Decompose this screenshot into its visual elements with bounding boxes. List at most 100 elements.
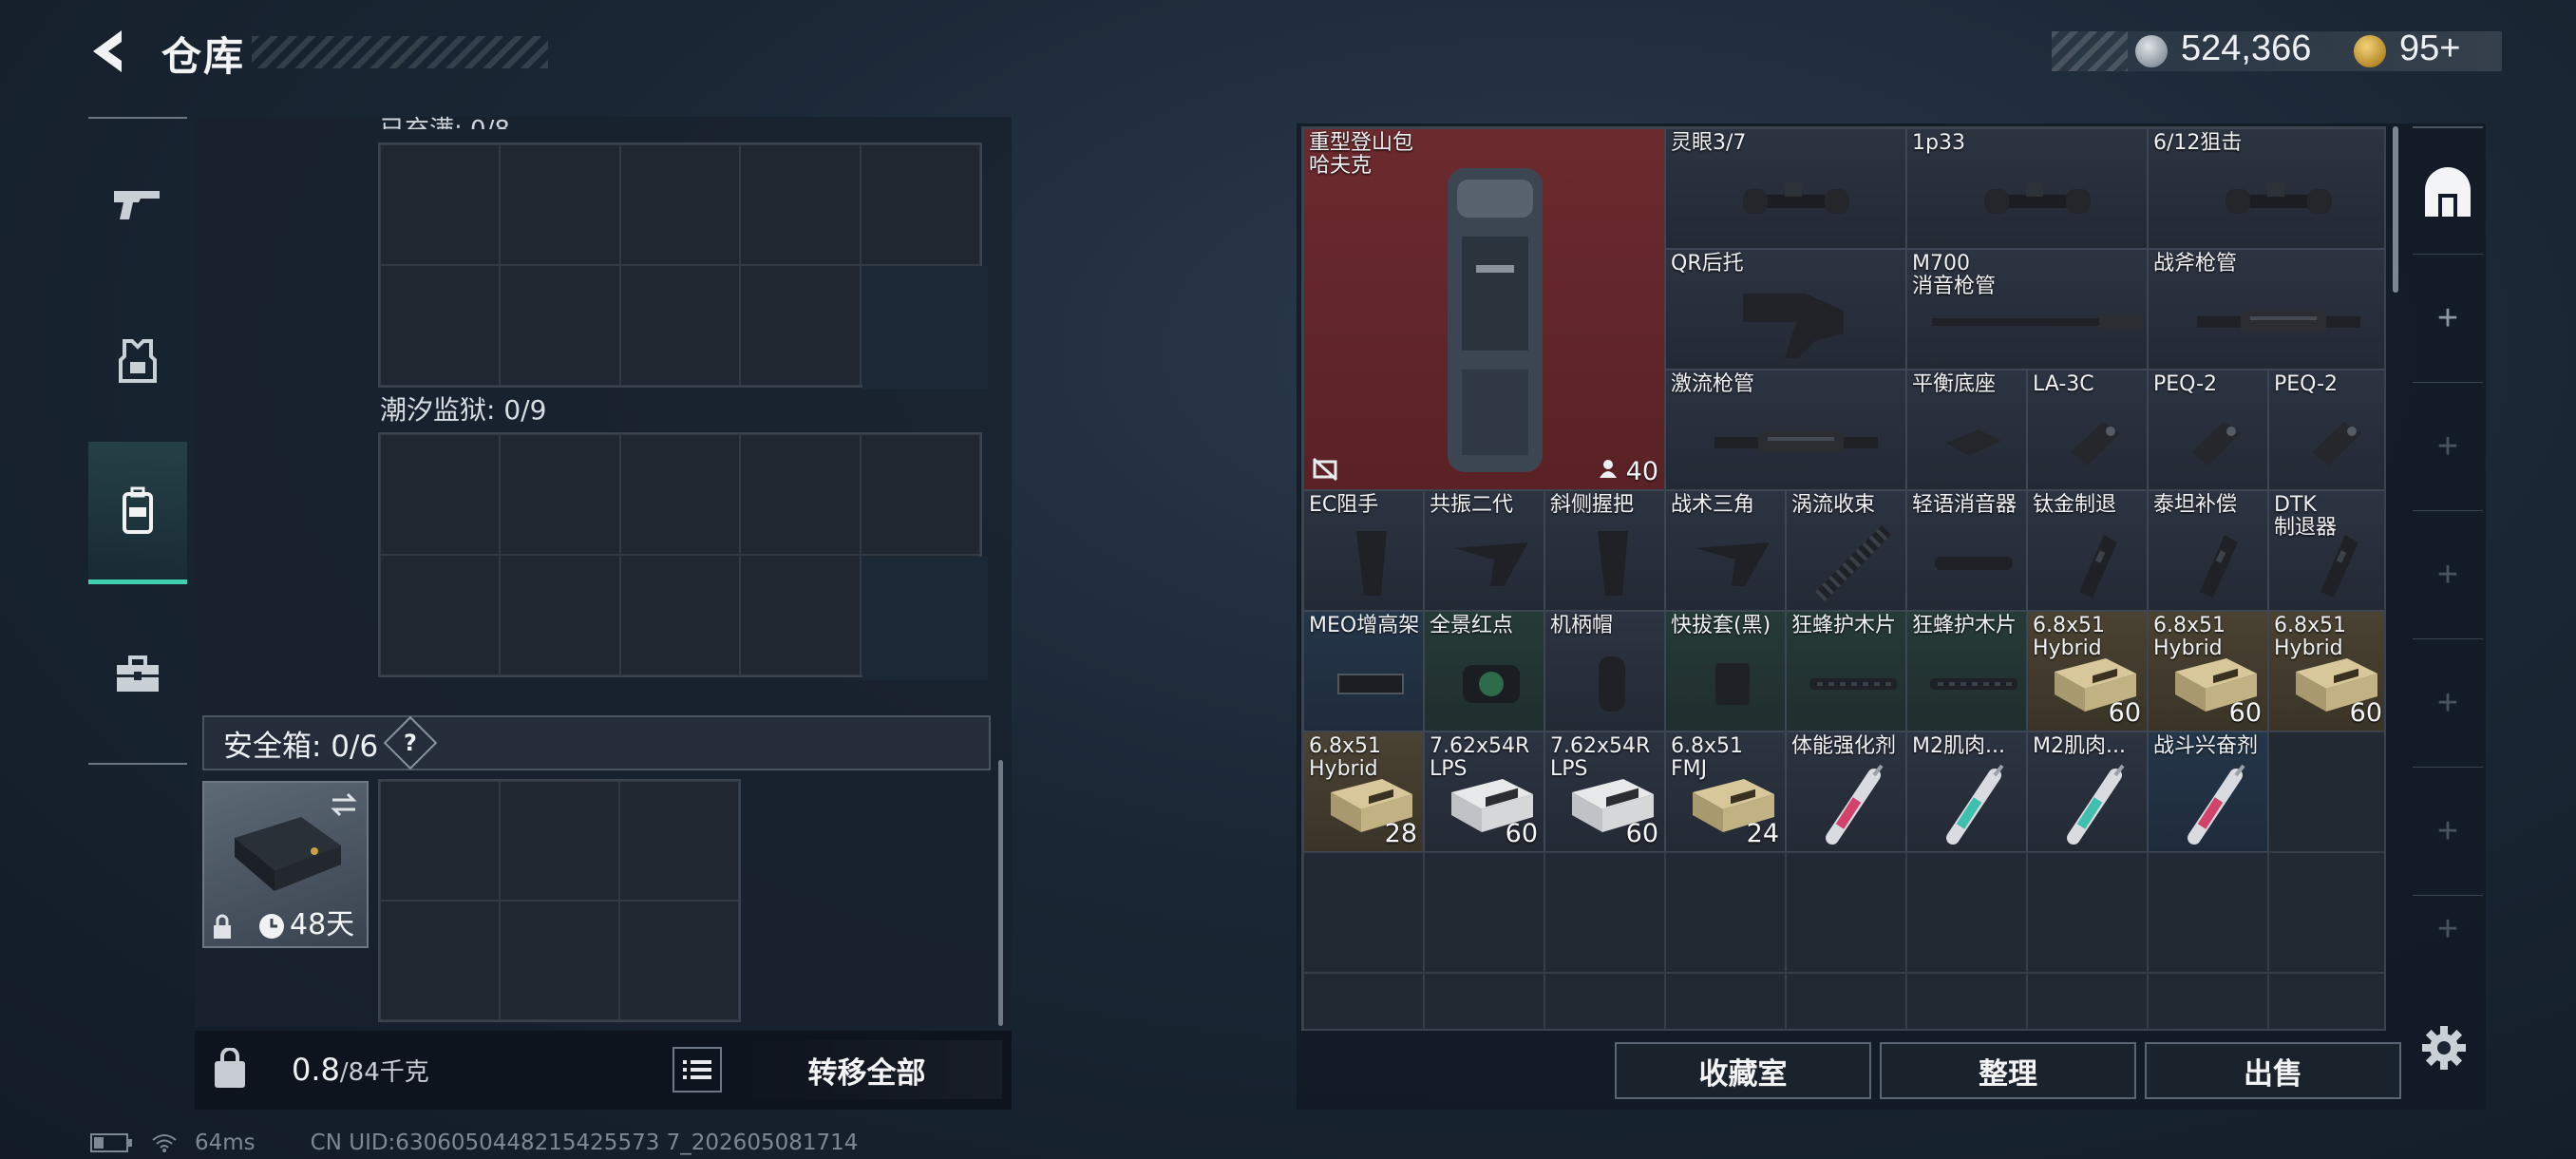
stash-scrollbar[interactable] (2393, 126, 2398, 293)
stash-item[interactable]: 狂蜂护木片 (1786, 611, 1906, 732)
stash-grid[interactable]: 重型登山包 哈夫克 40 灵眼3/7 1p33 6/12狙击 QR后托 M700 消音枪管战… (1301, 126, 2386, 1031)
dot-icon (1453, 656, 1529, 712)
tab-backpack[interactable] (88, 442, 187, 584)
stash-item[interactable]: PEQ-2 (2148, 370, 2268, 490)
stash-item[interactable]: 战术三角 (1665, 490, 1786, 611)
syringe2-icon (1936, 762, 2012, 847)
stash-item[interactable]: 泰坦补偿 (2148, 490, 2268, 611)
stash-item[interactable]: 共振二代 (1424, 490, 1544, 611)
add-stash-page[interactable]: + (2413, 383, 2483, 511)
tab-weapons[interactable] (88, 133, 187, 276)
safe-case-slot[interactable]: 48天 (202, 781, 369, 948)
collection-room-button[interactable]: 收藏室 (1615, 1042, 1871, 1099)
stash-item[interactable]: QR后托 (1665, 249, 1906, 370)
stash-slot[interactable] (1303, 852, 1424, 973)
stash-item[interactable]: 体能强化剂 (1786, 732, 1906, 852)
weight-value: 0.8 (292, 1052, 340, 1088)
stash-item[interactable]: 战斧枪管 (2148, 249, 2384, 370)
help-button[interactable]: ? (383, 715, 438, 770)
item-name: 全景红点 (1430, 614, 1514, 637)
sell-button[interactable]: 出售 (2145, 1042, 2401, 1099)
stash-item[interactable]: 平衡底座 (1906, 370, 2027, 490)
stash-item[interactable]: 战斗兴奋剂 (2148, 732, 2268, 852)
stash-item[interactable]: 斜侧握把 (1544, 490, 1665, 611)
stash-item[interactable]: PEQ-2 (2268, 370, 2384, 490)
stash-item[interactable]: 灵眼3/7 (1665, 128, 1906, 249)
stash-slot[interactable] (1786, 973, 1906, 1029)
stash-slot[interactable] (1424, 973, 1544, 1029)
add-stash-page[interactable]: + (2413, 255, 2483, 383)
add-stash-page[interactable]: + (2413, 896, 2483, 962)
stash-item[interactable]: 6.8x51 Hybrid 28 (1303, 732, 1424, 852)
gun-icon (114, 191, 160, 219)
stash-item[interactable]: 机柄帽 (1544, 611, 1665, 732)
stash-item[interactable]: 7.62x54R LPS 60 (1544, 732, 1665, 852)
stash-item[interactable]: 6.8x51 Hybrid 60 (2027, 611, 2148, 732)
tab-cases[interactable] (88, 603, 187, 746)
add-stash-page[interactable]: + (2413, 639, 2483, 768)
stash-slot[interactable] (1665, 852, 1786, 973)
item-count: 24 (1746, 819, 1779, 848)
stash-item[interactable]: 6.8x51 Hybrid 60 (2268, 611, 2384, 732)
list-view-button[interactable] (672, 1047, 722, 1092)
stash-slot[interactable] (1786, 852, 1906, 973)
transfer-all-button[interactable]: 转移全部 (731, 1040, 1002, 1099)
stash-item[interactable]: 钛金制退 (2027, 490, 2148, 611)
stash-slot[interactable] (2148, 973, 2268, 1029)
item-name: EC阻手 (1309, 493, 1379, 517)
stash-item[interactable]: LA-3C (2027, 370, 2148, 490)
item-name: 6.8x51 FMJ (1671, 734, 1744, 781)
title-decoration (252, 36, 548, 68)
stash-slot[interactable] (2268, 852, 2384, 973)
item-name: 涡流收束 (1791, 493, 1876, 517)
stash-item[interactable]: 6.8x51 Hybrid 60 (2148, 611, 2268, 732)
stash-slot[interactable] (1303, 973, 1424, 1029)
item-name: 泰坦补偿 (2153, 493, 2238, 517)
ticket-amount[interactable]: 95+ (2399, 28, 2460, 69)
stash-item[interactable]: 1p33 (1906, 128, 2148, 249)
stash-item[interactable]: 6/12狙击 (2148, 128, 2384, 249)
organize-button[interactable]: 整理 (1880, 1042, 2136, 1099)
stash-item[interactable]: 激流枪管 (1665, 370, 1906, 490)
stash-item[interactable]: 快拔套(黑) (1665, 611, 1786, 732)
stash-item[interactable]: MEO增高架 (1303, 611, 1424, 732)
rail-icon (1806, 673, 1901, 695)
stash-item[interactable]: 轻语消音器 (1906, 490, 2027, 611)
safe-box-grid[interactable] (378, 779, 741, 1022)
case-expiry: 48天 (290, 908, 355, 941)
tab-armor[interactable] (88, 290, 187, 432)
item-name: 机柄帽 (1550, 614, 1614, 637)
swap-icon[interactable] (329, 790, 359, 819)
item-count: 60 (1505, 819, 1538, 848)
stash-item[interactable]: EC阻手 (1303, 490, 1424, 611)
add-stash-page[interactable]: + (2413, 511, 2483, 639)
stash-slot[interactable] (1665, 973, 1786, 1029)
stash-item[interactable]: M2肌肉... (1906, 732, 2027, 852)
scrollbar[interactable] (998, 760, 1003, 1026)
stash-item[interactable]: 重型登山包 哈夫克 40 (1303, 128, 1665, 490)
stash-slot[interactable] (2148, 852, 2268, 973)
syringe2-icon (2056, 762, 2132, 847)
stash-slot[interactable] (2268, 973, 2384, 1029)
stash-item[interactable]: M700 消音枪管 (1906, 249, 2148, 370)
stash-slot[interactable] (2027, 973, 2148, 1029)
silencer-icon (1931, 549, 2017, 578)
stash-slot[interactable] (1906, 852, 2027, 973)
settings-gear-icon[interactable] (2420, 1024, 2468, 1072)
stash-slot[interactable] (2268, 732, 2384, 852)
stash-item[interactable]: 全景红点 (1424, 611, 1544, 732)
stash-slot[interactable] (1424, 852, 1544, 973)
stash-item[interactable]: 涡流收束 (1786, 490, 1906, 611)
stash-slot[interactable] (2027, 852, 2148, 973)
stash-slot[interactable] (1544, 852, 1665, 973)
stash-slot[interactable] (1544, 973, 1665, 1029)
stash-item[interactable]: M2肌肉... (2027, 732, 2148, 852)
back-arrow-icon[interactable] (84, 25, 137, 78)
add-stash-page[interactable]: + (2413, 768, 2483, 896)
stash-item[interactable]: 6.8x51 FMJ 24 (1665, 732, 1786, 852)
stash-item[interactable]: 7.62x54R LPS 60 (1424, 732, 1544, 852)
stash-page-main[interactable] (2413, 126, 2483, 255)
stash-item[interactable]: DTK 制退器 (2268, 490, 2384, 611)
stash-item[interactable]: 狂蜂护木片 (1906, 611, 2027, 732)
stash-slot[interactable] (1906, 973, 2027, 1029)
